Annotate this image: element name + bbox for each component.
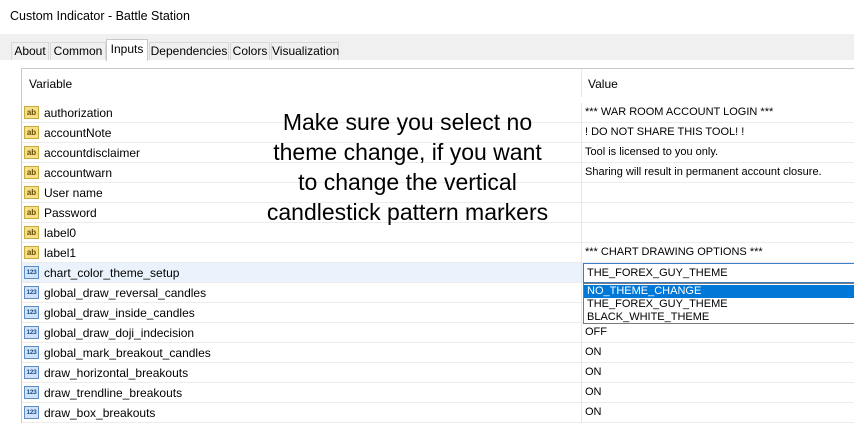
column-divider [581,223,582,243]
variable-value[interactable]: ON [585,406,602,418]
variable-name: User name [44,186,103,200]
annotation-text: Make sure you select no theme change, if… [240,107,575,227]
variable-name: accountdisclaimer [44,146,141,160]
string-type-icon: ab [24,206,39,219]
annotation-line: Make sure you select no [282,109,533,135]
tab-about[interactable]: About [11,42,49,60]
variable-value[interactable]: OFF [585,326,607,338]
variable-name: accountNote [44,126,112,140]
column-divider [581,243,582,263]
tab-strip: About Common Inputs Dependencies Colors … [0,34,854,61]
header-divider [581,69,582,97]
variable-name: chart_color_theme_setup [44,266,180,280]
variable-name: Password [44,206,97,220]
table-row[interactable]: 123 global_draw_doji_indecision OFF [22,323,854,343]
variable-name: global_draw_doji_indecision [44,326,195,340]
variable-name: draw_trendline_breakouts [44,386,183,400]
string-type-icon: ab [24,166,39,179]
variable-name: accountwarn [44,166,113,180]
table-row[interactable]: 123 draw_trendline_breakouts ON [22,383,854,403]
header-variable[interactable]: Variable [29,77,72,91]
grid-header: Variable Value [22,69,854,97]
string-type-icon: ab [24,106,39,119]
column-divider [581,183,582,203]
tab-visualization[interactable]: Visualization [271,42,339,60]
variable-name: draw_box_breakouts [44,406,156,420]
theme-dropdown-list: NO_THEME_CHANGE THE_FOREX_GUY_THEME BLAC… [583,283,854,324]
string-type-icon: ab [24,126,39,139]
string-type-icon: ab [24,226,39,239]
column-divider [581,143,582,163]
tab-inputs[interactable]: Inputs [106,39,148,61]
variable-value[interactable]: ! DO NOT SHARE THIS TOOL! ! [585,126,744,138]
numeric-type-icon: 123 [24,346,39,359]
title-bar: Custom Indicator - Battle Station [0,0,854,34]
variable-name: authorization [44,106,113,120]
variable-value[interactable]: Sharing will result in permanent account… [585,166,822,178]
string-type-icon: ab [24,186,39,199]
numeric-type-icon: 123 [24,266,39,279]
tab-common[interactable]: Common [50,42,106,60]
numeric-type-icon: 123 [24,386,39,399]
column-divider [581,363,582,383]
window-title: Custom Indicator - Battle Station [10,9,190,23]
variable-value[interactable]: *** CHART DRAWING OPTIONS *** [585,246,763,258]
variable-name: label1 [44,246,77,260]
numeric-type-icon: 123 [24,286,39,299]
annotation-line: candlestick pattern markers [266,199,549,225]
variable-name: global_draw_reversal_candles [44,286,207,300]
column-divider [581,283,582,303]
variable-name: label0 [44,226,77,240]
annotation-line: theme change, if you want [273,139,542,165]
column-divider [581,163,582,183]
numeric-type-icon: 123 [24,306,39,319]
variable-name: global_draw_inside_candles [44,306,195,320]
column-divider [581,383,582,403]
variable-value[interactable]: ON [585,346,602,358]
table-row[interactable]: 123 draw_box_breakouts ON [22,403,854,423]
tab-dependencies[interactable]: Dependencies [149,42,229,60]
table-row[interactable]: 123 global_mark_breakout_candles ON [22,343,854,363]
option-the-forex-guy-theme[interactable]: THE_FOREX_GUY_THEME [584,298,854,311]
column-divider [581,123,582,143]
header-value[interactable]: Value [588,77,618,91]
column-divider [581,303,582,323]
string-type-icon: ab [24,246,39,259]
table-row[interactable]: ab label1 *** CHART DRAWING OPTIONS *** [22,243,854,263]
column-divider [581,203,582,223]
numeric-type-icon: 123 [24,366,39,379]
column-divider [581,403,582,423]
variable-name: global_mark_breakout_candles [44,346,211,360]
variable-name: draw_horizontal_breakouts [44,366,189,380]
variable-value[interactable]: ON [585,366,602,378]
column-divider [581,343,582,363]
table-row[interactable]: 123 draw_horizontal_breakouts ON [22,363,854,383]
column-divider [581,263,582,283]
column-divider [581,323,582,343]
theme-select[interactable]: THE_FOREX_GUY_THEME [583,263,854,283]
numeric-type-icon: 123 [24,406,39,419]
numeric-type-icon: 123 [24,326,39,339]
variable-value[interactable]: Tool is licensed to you only. [585,146,718,158]
variable-value[interactable]: ON [585,386,602,398]
annotation-line: to change the vertical [298,169,517,195]
tab-colors[interactable]: Colors [230,42,270,60]
string-type-icon: ab [24,146,39,159]
column-divider [581,103,582,123]
variable-value[interactable]: *** WAR ROOM ACCOUNT LOGIN *** [585,106,773,118]
option-no-theme-change[interactable]: NO_THEME_CHANGE [584,285,854,298]
option-black-white-theme[interactable]: BLACK_WHITE_THEME [584,311,854,324]
